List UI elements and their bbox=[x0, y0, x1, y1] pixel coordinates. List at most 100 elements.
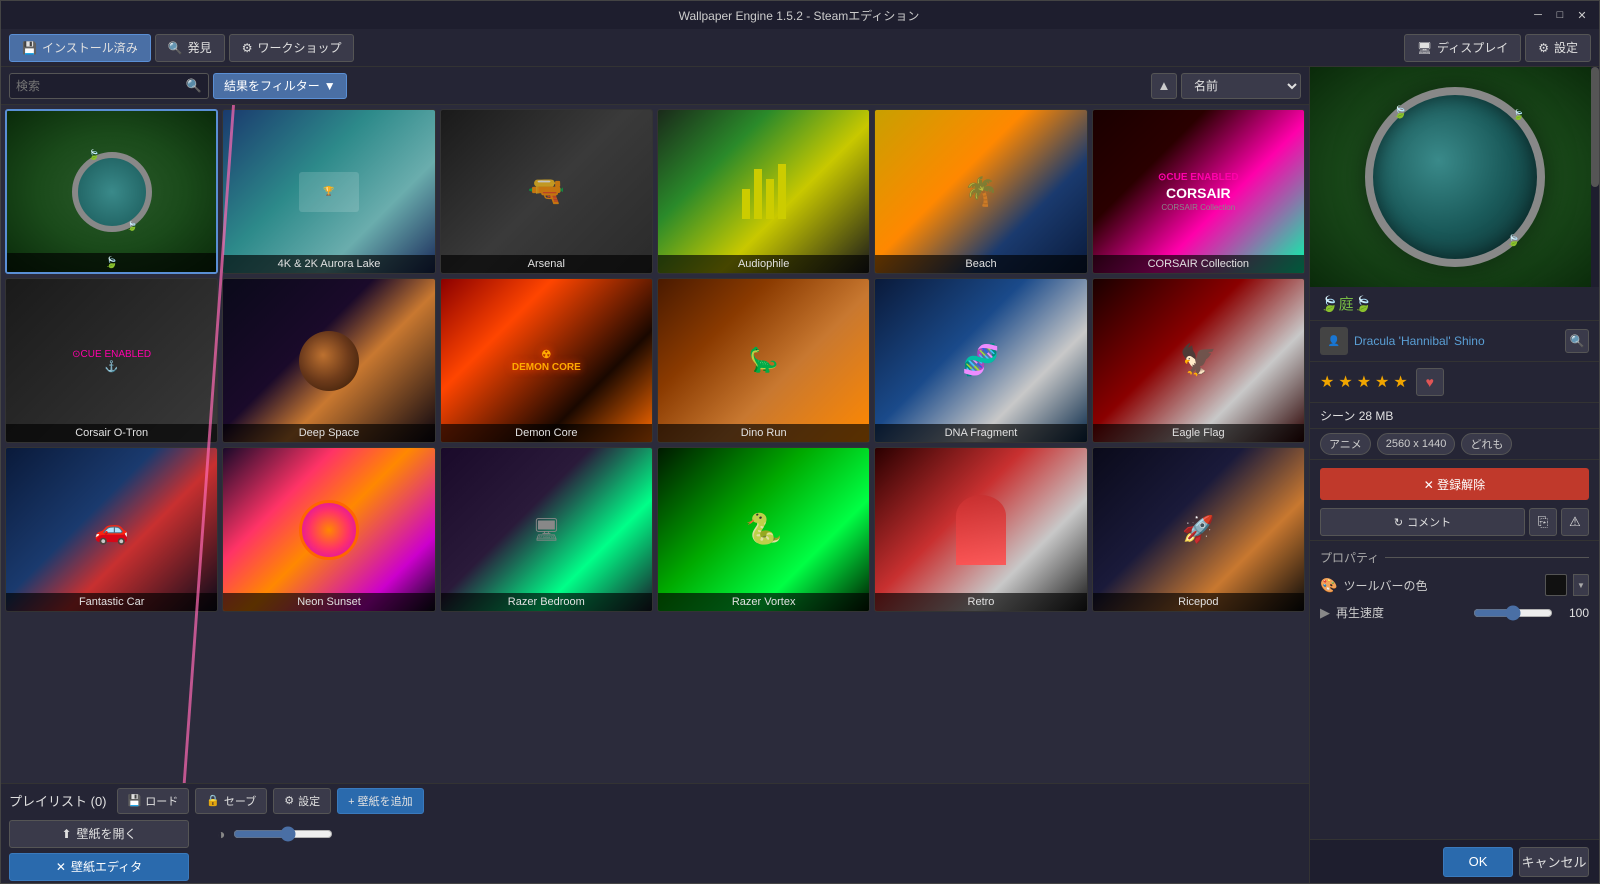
wallpaper-grid-container: 🍃 🍃 🍃 🏆 4K & 2K Aurora Lake bbox=[1, 105, 1309, 783]
properties-section: プロパティ 🎨 ツールバーの色 ▼ ▶ 再生速度 100 bbox=[1310, 540, 1599, 839]
wallpaper-label-audiophile: Audiophile bbox=[658, 255, 869, 273]
wallpaper-thumb-dna: 🧬 bbox=[875, 279, 1086, 442]
load-button[interactable]: 💾 ロード bbox=[117, 788, 190, 814]
search-input[interactable] bbox=[16, 79, 186, 93]
minimize-button[interactable]: ─ bbox=[1529, 6, 1547, 24]
unsubscribe-button[interactable]: ✕ 登録解除 bbox=[1320, 468, 1589, 500]
wallpaper-item-neon[interactable]: Neon Sunset bbox=[222, 447, 435, 612]
wallpaper-thumb-eagle: 🦅 bbox=[1093, 279, 1304, 442]
star-5: ★ bbox=[1393, 372, 1407, 392]
wallpaper-label-deepspace: Deep Space bbox=[223, 424, 434, 442]
discover-tab[interactable]: 🔍 発見 bbox=[155, 34, 225, 62]
wallpaper-item-retro[interactable]: Retro bbox=[874, 447, 1087, 612]
speed-value: 100 bbox=[1559, 606, 1589, 620]
file-size-row: シーン 28 MB bbox=[1310, 403, 1599, 429]
workshop-label: ワークショップ bbox=[257, 39, 341, 56]
wallpaper-item-eagle[interactable]: 🦅 Eagle Flag bbox=[1092, 278, 1305, 443]
close-button[interactable]: ✕ bbox=[1573, 6, 1591, 24]
preview-bowl: 🍃 🍃 🍃 bbox=[1365, 87, 1545, 267]
preview-image: 🍃 🍃 🍃 bbox=[1310, 67, 1599, 287]
tag-resolution[interactable]: 2560 x 1440 bbox=[1377, 433, 1456, 455]
search-icon[interactable]: 🔍 bbox=[186, 78, 202, 94]
wallpaper-label-demoncore: Demon Core bbox=[441, 424, 652, 442]
wallpaper-thumb-razer-bedroom: 🖥 bbox=[441, 448, 652, 611]
search-input-wrapper: 🔍 bbox=[9, 73, 209, 99]
right-panel: 🍃 🍃 🍃 🍃庭🍃 👤 Dracula 'Hannibal' Shino 🔍 bbox=[1309, 67, 1599, 883]
speed-slider[interactable] bbox=[1473, 605, 1553, 621]
wallpaper-label-ricepod: Ricepod bbox=[1093, 593, 1304, 611]
wallpaper-label-niwawa: 🍃 bbox=[7, 253, 216, 272]
wallpaper-item-demoncore[interactable]: ☢DEMON CORE Demon Core bbox=[440, 278, 653, 443]
wallpaper-item-deepspace[interactable]: Deep Space bbox=[222, 278, 435, 443]
add-wallpaper-label: + 壁紙を追加 bbox=[348, 793, 412, 809]
filter-icon: ▼ bbox=[324, 79, 336, 93]
wallpaper-label-dna: DNA Fragment bbox=[875, 424, 1086, 442]
play-icon: ▶ bbox=[1320, 605, 1330, 621]
preview-wallpaper: 🍃 🍃 🍃 bbox=[1310, 67, 1599, 287]
alert-button[interactable]: ⚠ bbox=[1561, 508, 1589, 536]
ok-button[interactable]: OK bbox=[1443, 847, 1513, 877]
tag-anime[interactable]: アニメ bbox=[1320, 433, 1371, 455]
wallpaper-item-dinorun[interactable]: 🦕 Dino Run bbox=[657, 278, 870, 443]
wallpaper-thumb-aurora: 🏆 bbox=[223, 110, 434, 273]
collapse-button[interactable]: ▲ bbox=[1151, 73, 1177, 99]
wallpaper-item-ricepod[interactable]: 🚀 Ricepod bbox=[1092, 447, 1305, 612]
palette-icon: 🎨 bbox=[1320, 577, 1337, 594]
wallpaper-label-fantasticcar: Fantastic Car bbox=[6, 593, 217, 611]
installed-label: インストール済み bbox=[42, 39, 138, 56]
installed-tab[interactable]: 💾 インストール済み bbox=[9, 34, 151, 62]
open-wallpaper-button[interactable]: ⬆ 壁紙を開く bbox=[9, 820, 189, 848]
star-3: ★ bbox=[1357, 372, 1371, 392]
ok-cancel-bar: OK キャンセル bbox=[1310, 839, 1599, 883]
wallpaper-item-audiophile[interactable]: Audiophile bbox=[657, 109, 870, 274]
color-swatch[interactable] bbox=[1545, 574, 1567, 596]
wallpaper-label-dinorun: Dino Run bbox=[658, 424, 869, 442]
copy-button[interactable]: ⎘ bbox=[1529, 508, 1557, 536]
scroll-thumb bbox=[1591, 67, 1599, 187]
bottom-bar: プレイリスト (0) 💾 ロード 🔒 セーブ ⚙ 設定 + 壁紙を追加 bbox=[1, 783, 1309, 883]
wallpaper-item-niwawa[interactable]: 🍃 🍃 🍃 bbox=[5, 109, 218, 274]
window-controls: ─ □ ✕ bbox=[1529, 6, 1591, 24]
save-icon: 🔒 bbox=[206, 794, 220, 807]
wallpaper-thumb-retro bbox=[875, 448, 1086, 611]
author-search-button[interactable]: 🔍 bbox=[1565, 329, 1589, 353]
tag-all[interactable]: どれも bbox=[1461, 433, 1512, 455]
wallpaper-thumb-audiophile bbox=[658, 110, 869, 273]
filter-label: 結果をフィルター bbox=[224, 77, 320, 94]
maximize-button[interactable]: □ bbox=[1551, 6, 1569, 24]
wallpaper-item-corsair2[interactable]: ⊙CUE ENABLED ⚓ Corsair O-Tron bbox=[5, 278, 218, 443]
wallpaper-item-arsenal[interactable]: 🔫 Arsenal bbox=[440, 109, 653, 274]
wallpaper-thumb-arsenal: 🔫 bbox=[441, 110, 652, 273]
speed-label: 再生速度 bbox=[1336, 604, 1467, 621]
properties-title: プロパティ bbox=[1320, 549, 1589, 566]
unsubscribe-label: ✕ 登録解除 bbox=[1424, 476, 1485, 493]
settings-button[interactable]: ⚙ 設定 bbox=[1525, 34, 1591, 62]
wallpaper-item-beach[interactable]: 🌴 Beach bbox=[874, 109, 1087, 274]
wallpaper-item-dna[interactable]: 🧬 DNA Fragment bbox=[874, 278, 1087, 443]
wallpaper-editor-button[interactable]: ✕ 壁紙エディタ bbox=[9, 853, 189, 881]
rating-row: ★ ★ ★ ★ ★ ♥ bbox=[1310, 362, 1599, 403]
add-wallpaper-button[interactable]: + 壁紙を追加 bbox=[337, 788, 423, 814]
wallpaper-item-razer-bedroom[interactable]: 🖥 Razer Bedroom bbox=[440, 447, 653, 612]
save-button[interactable]: 🔒 セーブ bbox=[195, 788, 267, 814]
wallpaper-item-razer-vortex[interactable]: 🐍 Razer Vortex bbox=[657, 447, 870, 612]
discover-label: 発見 bbox=[188, 39, 212, 56]
comment-button[interactable]: ↻ コメント bbox=[1320, 508, 1525, 536]
sort-select[interactable]: 名前 bbox=[1181, 73, 1301, 99]
author-avatar: 👤 bbox=[1320, 327, 1348, 355]
cancel-button[interactable]: キャンセル bbox=[1519, 847, 1589, 877]
wallpaper-item-aurora[interactable]: 🏆 4K & 2K Aurora Lake bbox=[222, 109, 435, 274]
wallpaper-item-corsair-collection[interactable]: ⊙CUE ENABLED CORSAIR CORSAIR Collection … bbox=[1092, 109, 1305, 274]
brightness-slider[interactable] bbox=[233, 826, 333, 842]
playlist-settings-label: 設定 bbox=[298, 793, 320, 809]
wallpaper-item-fantasticcar[interactable]: 🚗 Fantastic Car bbox=[5, 447, 218, 612]
toolbar-color-label: ツールバーの色 bbox=[1343, 577, 1539, 594]
color-dropdown[interactable]: ▼ bbox=[1573, 574, 1589, 596]
filter-button[interactable]: 結果をフィルター ▼ bbox=[213, 73, 347, 99]
display-button[interactable]: 🖥 ディスプレイ bbox=[1404, 34, 1521, 62]
playlist-settings-button[interactable]: ⚙ 設定 bbox=[273, 788, 331, 814]
window-title: Wallpaper Engine 1.5.2 - Steamエディション bbox=[69, 7, 1529, 24]
workshop-tab[interactable]: ⚙ ワークショップ bbox=[229, 34, 355, 62]
playlist-settings-icon: ⚙ bbox=[284, 794, 294, 807]
favorite-button[interactable]: ♥ bbox=[1416, 368, 1444, 396]
